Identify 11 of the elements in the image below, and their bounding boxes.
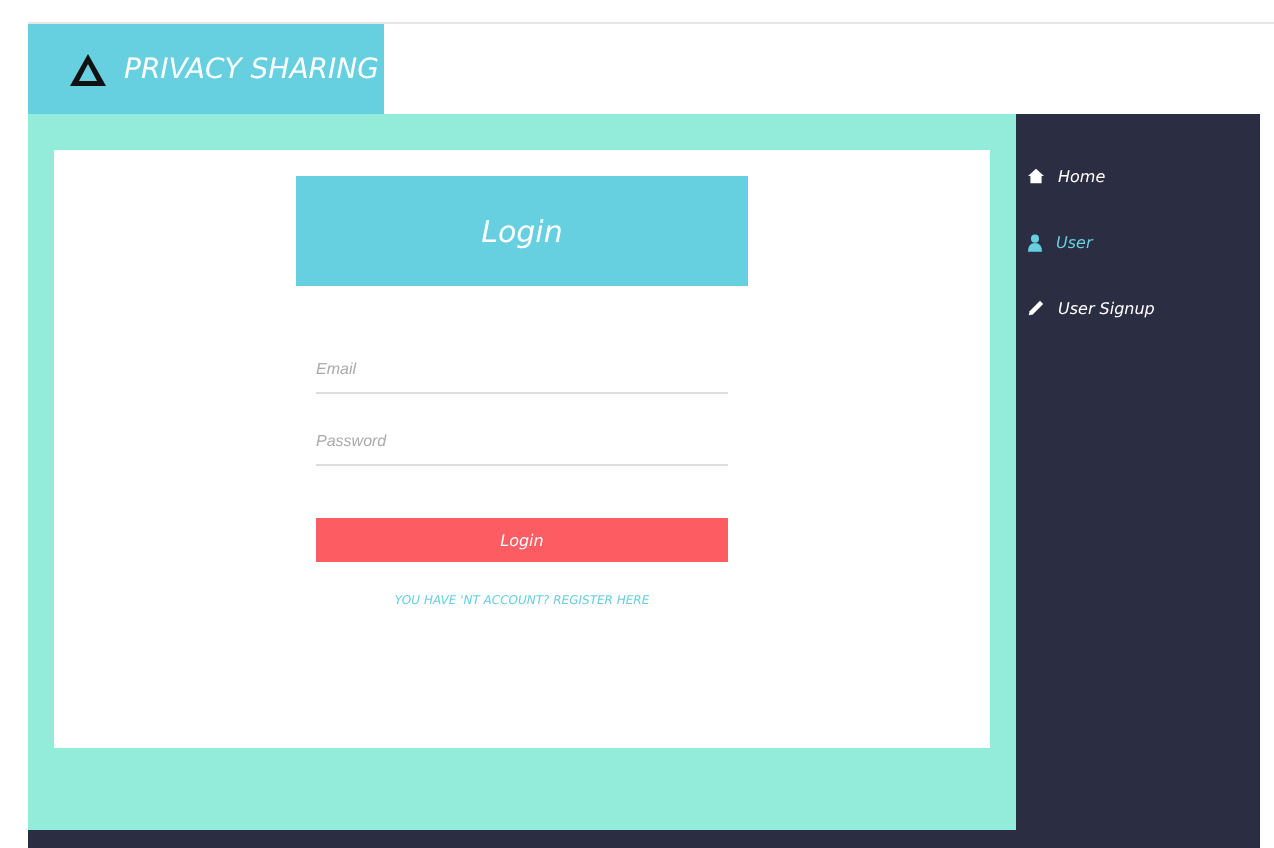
sidebar-item[interactable]: User Signup: [1016, 292, 1260, 324]
sidebar-item[interactable]: Home: [1016, 160, 1260, 192]
login-title: Login: [296, 176, 748, 286]
triangle-logo-icon: [68, 51, 108, 87]
password-field[interactable]: Password: [316, 418, 728, 466]
brand-name: PRIVACY SHARING: [124, 53, 379, 85]
pencil-icon: [1028, 300, 1044, 316]
email-field[interactable]: Email: [316, 346, 728, 394]
home-icon: [1028, 168, 1044, 184]
sidebar-item[interactable]: User: [1016, 226, 1260, 258]
user-icon: [1028, 233, 1042, 251]
